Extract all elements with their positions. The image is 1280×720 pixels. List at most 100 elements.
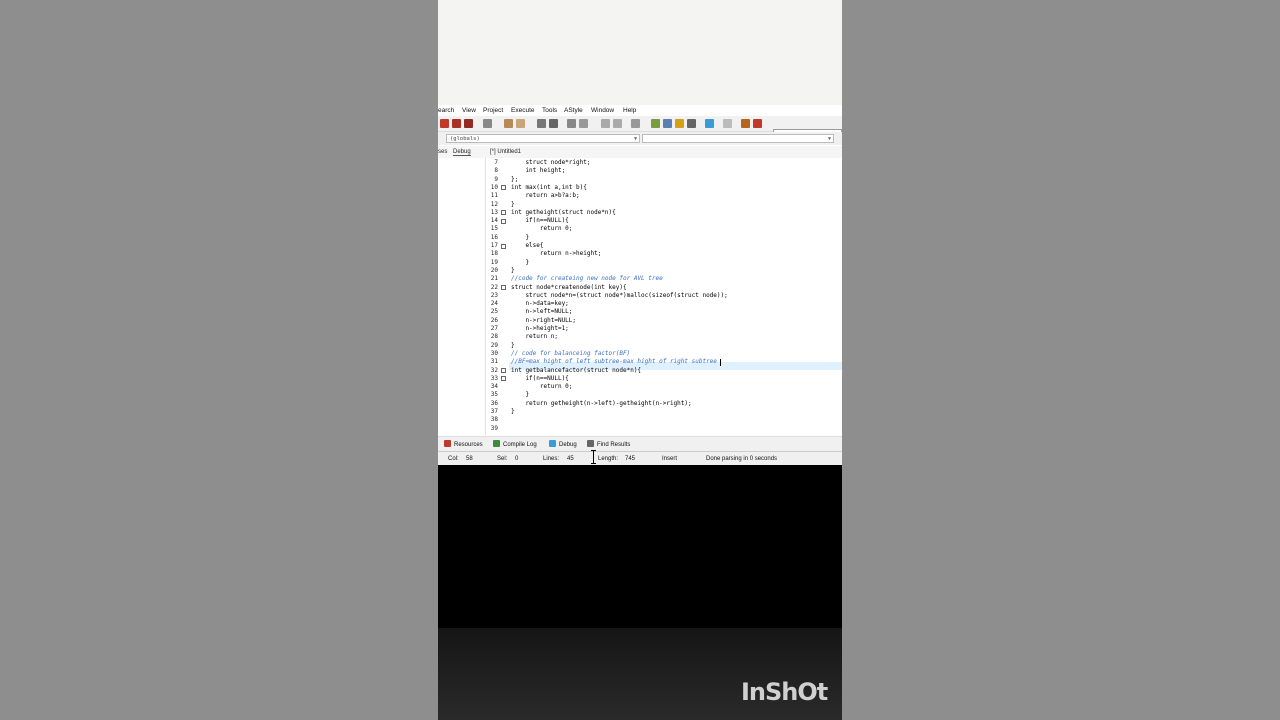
line-number: 24 [490,300,498,308]
inshot-watermark: InShOt [741,678,828,706]
status-message: Done parsing in 0 seconds [706,456,778,462]
menu-help[interactable]: Help [623,107,636,114]
compile-run-icon[interactable] [675,119,684,128]
fold-marker-icon[interactable] [501,218,506,224]
code-line: int height; [511,167,566,175]
line-number: 36 [490,399,498,407]
line-number: 33 [490,374,498,382]
status-col-label: Col: [448,456,459,462]
bookmark-icon[interactable] [631,119,640,128]
code-line: } [511,341,515,349]
code-line: } [511,391,530,399]
status-lines: 45 [567,456,574,462]
line-number: 38 [490,416,498,424]
code-line: //BF=max hight of left subtree-max hight… [511,358,717,366]
line-number: 35 [490,391,498,399]
code-line: } [511,408,515,415]
line-number: 23 [490,291,498,299]
menu-execute[interactable]: Execute [511,107,535,114]
print-icon[interactable] [483,119,492,128]
check-icon[interactable] [705,119,714,128]
code-line: struct node*right; [511,159,591,166]
debug-check-icon [549,440,556,447]
video-bottom-fade [438,628,842,720]
bottom-panel-tabs: Resources Compile Log Debug Find Results [438,436,842,451]
class-combo[interactable]: (globals) ▼ [446,134,640,143]
tab-label: Compile Log [503,442,537,448]
code-line: n->height=1; [511,325,569,332]
tab-label: Find Results [597,442,631,448]
stop-icon[interactable] [723,119,732,128]
project-panel [438,158,486,435]
chevron-down-icon: ▼ [633,136,637,142]
ide-window: earch View Project Execute Tools AStyle … [438,105,842,465]
code-line: return n; [511,333,558,341]
line-number: 20 [490,266,498,274]
status-lines-label: Lines: [543,456,560,462]
menu-astyle[interactable]: AStyle [564,107,583,114]
open-file-icon[interactable] [452,119,461,128]
debug-icon[interactable] [753,119,762,128]
new-file-icon[interactable] [440,119,449,128]
indent-icon[interactable] [567,119,576,128]
undo-icon[interactable] [504,119,513,128]
member-combo[interactable]: ▼ [642,134,834,143]
fold-marker-icon[interactable] [501,285,506,290]
tab-classes[interactable]: ses [438,149,447,155]
nav-back-icon[interactable] [601,119,610,128]
find-results-icon [587,440,594,447]
fold-marker-icon[interactable] [501,185,506,191]
menu-window[interactable]: Window [591,107,614,114]
status-length: 745 [625,456,636,462]
class-combo-value: (globals) [450,136,480,142]
line-number: 29 [490,341,498,349]
menu-view[interactable]: View [462,107,476,114]
line-number: 27 [490,325,498,332]
tab-label: Resources [454,442,483,448]
tab-resources[interactable]: Resources [444,440,483,448]
code-line: n->left=NULL; [511,308,573,316]
tab-find-results[interactable]: Find Results [587,440,630,448]
line-number: 8 [494,167,498,175]
find-icon[interactable] [537,119,546,128]
fold-marker-icon[interactable] [501,368,506,373]
menu-project[interactable]: Project [483,107,503,114]
status-sel-label: Sel: [497,456,508,462]
line-number: 7 [494,159,498,166]
line-number: 22 [490,283,498,291]
line-number: 39 [490,424,498,432]
line-number: 13 [490,208,498,216]
line-number: 34 [490,383,498,391]
tab-untitled1[interactable]: [*] Untitled1 [490,149,521,155]
code-line: else{ [511,242,544,249]
replace-icon[interactable] [549,119,558,128]
status-bar: Col: 58 Sel: 0 Lines: 45 Length: 745 Ins… [438,451,842,465]
rebuild-icon[interactable] [687,119,696,128]
fold-marker-icon[interactable] [501,210,506,216]
run-icon[interactable] [663,119,672,128]
line-number: 28 [490,333,498,341]
fold-marker-icon[interactable] [501,376,506,382]
code-line: return 0; [511,383,573,391]
code-line: struct node*n=(struct node*)malloc(sizeo… [511,291,728,299]
menu-tools[interactable]: Tools [542,107,557,114]
nav-forward-icon[interactable] [613,119,622,128]
fold-marker-icon[interactable] [501,243,506,249]
code-line: // code for balanceing factor(BF) [511,349,631,357]
unindent-icon[interactable] [579,119,588,128]
compile-icon[interactable] [651,119,660,128]
redo-icon[interactable] [516,119,525,128]
code-line: }; [511,175,519,183]
resources-icon [444,440,451,447]
code-editor[interactable]: 7 8 9 10 11 12 13 14 15 16 17 18 19 20 21 22 23 24 25 26 27 2… [486,159,842,436]
save-icon[interactable] [464,119,473,128]
profile-icon[interactable] [741,119,750,128]
tab-compile-log[interactable]: Compile Log [493,440,537,448]
menu-search[interactable]: earch [438,107,454,114]
tab-debug-bottom[interactable]: Debug [549,440,577,448]
code-line: if(n==NULL){ [511,217,569,225]
blank-area [438,0,842,105]
tab-debug[interactable]: Debug [453,149,471,156]
tabs-bar: ses Debug [*] Untitled1 [438,146,842,158]
code-line: } [511,200,515,208]
